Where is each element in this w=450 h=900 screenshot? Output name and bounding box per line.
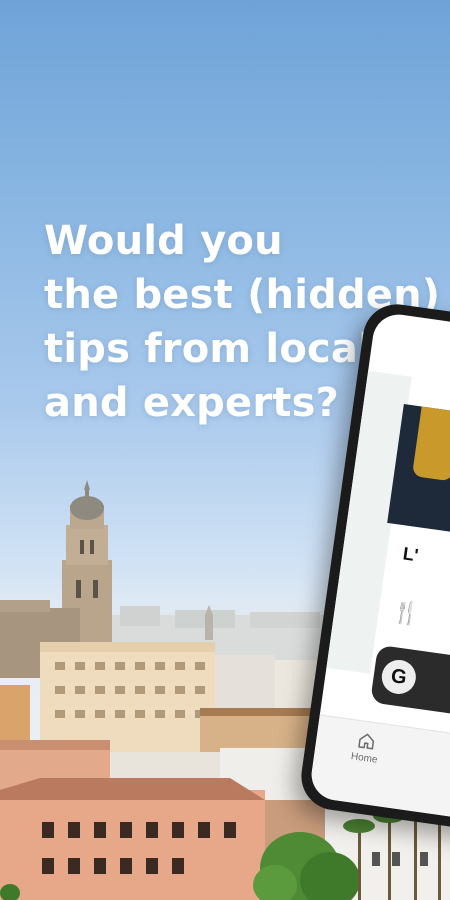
go-button-letter: G — [379, 657, 419, 697]
tab-home[interactable]: Home — [336, 728, 396, 767]
tab-home-label: Home — [350, 751, 379, 766]
fork-knife-icon: 🍴 — [391, 598, 422, 628]
venue-title: L' — [401, 543, 420, 566]
promo-background: Would you the best (hidden) tips from lo… — [0, 0, 450, 900]
home-icon — [358, 733, 375, 750]
go-button[interactable]: G — [370, 644, 450, 725]
